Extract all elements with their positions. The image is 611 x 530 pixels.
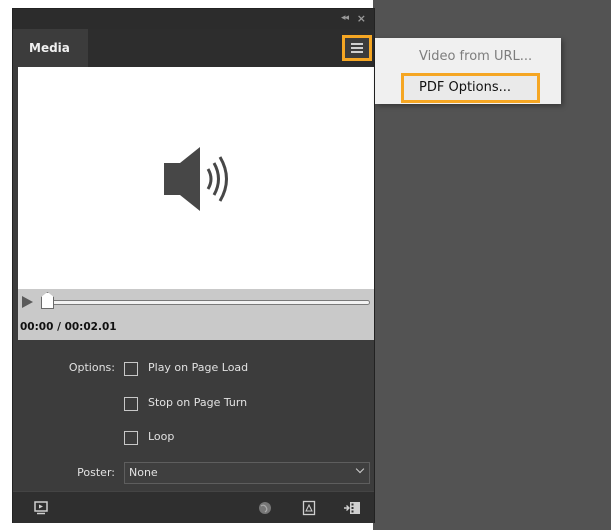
time-display: 00:00 / 00:02.01 bbox=[20, 321, 117, 333]
menu-item-video-from-url[interactable]: Video from URL... bbox=[419, 49, 532, 64]
poster-dropdown[interactable]: None bbox=[124, 462, 370, 484]
seek-thumb[interactable] bbox=[41, 292, 54, 309]
stop-on-page-turn-label: Stop on Page Turn bbox=[148, 396, 248, 409]
panel-footer bbox=[13, 491, 374, 523]
seek-track[interactable] bbox=[46, 300, 370, 305]
loop-checkbox[interactable] bbox=[124, 431, 138, 445]
insert-media-icon[interactable] bbox=[343, 500, 361, 516]
poster-value: None bbox=[129, 466, 158, 479]
close-icon[interactable]: × bbox=[357, 12, 366, 25]
panel-header-strip: ◂◂ × bbox=[13, 9, 374, 29]
menu-item-pdf-options[interactable]: PDF Options... bbox=[401, 73, 540, 103]
pdf-icon[interactable] bbox=[301, 500, 317, 516]
time-bar: 00:00 / 00:02.01 bbox=[18, 315, 374, 340]
play-on-page-load-checkbox[interactable] bbox=[124, 362, 138, 376]
poster-label: Poster: bbox=[77, 466, 115, 479]
chevron-down-icon bbox=[355, 464, 365, 474]
globe-icon[interactable] bbox=[257, 500, 273, 516]
preview-slide-icon[interactable] bbox=[33, 500, 49, 516]
panel-menu-button[interactable] bbox=[342, 35, 372, 61]
media-panel: ◂◂ × Media 00:00 / 00:02.01 Options: Pla… bbox=[12, 8, 375, 523]
options-label: Options: bbox=[68, 361, 115, 374]
speaker-icon bbox=[164, 147, 228, 211]
stop-on-page-turn-checkbox[interactable] bbox=[124, 397, 138, 411]
playback-scrubber bbox=[18, 289, 374, 315]
panel-flyout-menu: Video from URL... PDF Options... bbox=[375, 38, 561, 104]
loop-label: Loop bbox=[148, 430, 175, 443]
media-preview bbox=[18, 67, 374, 289]
tab-media[interactable]: Media bbox=[13, 29, 88, 67]
play-on-page-load-label: Play on Page Load bbox=[148, 361, 249, 374]
panel-tab-bar: Media bbox=[13, 29, 374, 67]
hamburger-menu-icon bbox=[351, 43, 363, 45]
play-icon[interactable] bbox=[22, 296, 33, 308]
double-chevron-left-icon[interactable]: ◂◂ bbox=[341, 13, 349, 23]
